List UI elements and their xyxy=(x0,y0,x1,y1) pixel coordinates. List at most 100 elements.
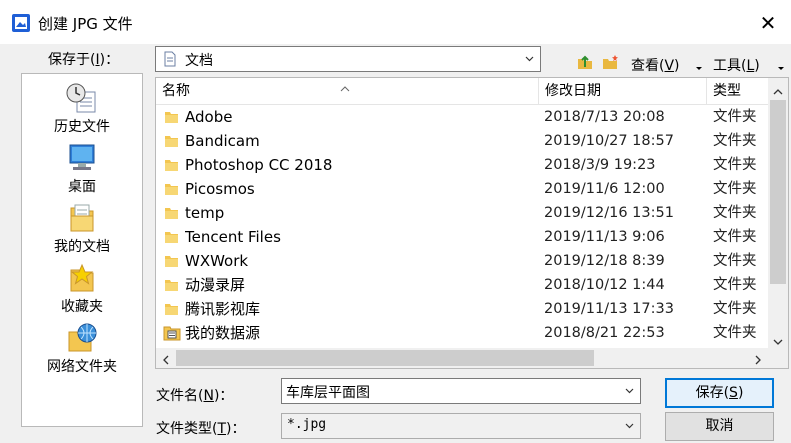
place-label: 收藏夹 xyxy=(61,299,103,315)
file-type: 文件夹 xyxy=(713,133,757,149)
file-date: 2018/3/9 19:23 xyxy=(544,157,656,173)
file-type: 文件夹 xyxy=(713,229,757,245)
filename-input[interactable]: 车库层平面图 xyxy=(281,378,641,404)
file-type: 文件夹 xyxy=(713,181,757,197)
list-item[interactable]: WXWork 2019/12/18 8:39 文件夹 xyxy=(156,249,768,273)
scroll-up-icon[interactable] xyxy=(773,84,783,95)
place-label: 网络文件夹 xyxy=(47,359,117,375)
file-name: Photoshop CC 2018 xyxy=(185,156,333,174)
places-bar: 历史文件 桌面 我的文档 收藏夹 网络文件夹 xyxy=(21,73,143,427)
sort-ascending-icon xyxy=(340,78,350,92)
file-type: 文件夹 xyxy=(713,277,757,293)
view-menu[interactable]: 查看(V) xyxy=(631,55,680,75)
list-item[interactable]: 我的数据源 2018/8/21 22:53 文件夹 xyxy=(156,321,768,345)
vertical-scrollbar[interactable] xyxy=(768,78,788,348)
folder-icon xyxy=(165,256,178,267)
app-icon xyxy=(12,14,30,32)
location-value: 文档 xyxy=(185,53,213,69)
place-desktop[interactable]: 桌面 xyxy=(22,142,142,196)
view-dropdown-icon[interactable] xyxy=(695,60,703,70)
list-item[interactable]: Adobe 2018/7/13 20:08 文件夹 xyxy=(156,105,768,129)
file-name: Picosmos xyxy=(185,180,255,198)
scroll-right-icon[interactable] xyxy=(754,353,762,365)
place-label: 历史文件 xyxy=(54,119,110,135)
chevron-down-icon xyxy=(625,388,634,394)
file-name: 动漫录屏 xyxy=(185,276,246,294)
column-header-type[interactable]: 类型 xyxy=(707,78,768,104)
new-folder-icon[interactable] xyxy=(601,53,621,71)
list-item[interactable]: Tencent Files 2019/11/13 9:06 文件夹 xyxy=(156,225,768,249)
file-date: 2018/10/12 1:44 xyxy=(544,277,665,293)
document-icon xyxy=(164,51,176,67)
file-name: Tencent Files xyxy=(185,228,281,246)
file-date: 2019/10/27 18:57 xyxy=(544,133,674,149)
chevron-down-icon xyxy=(525,56,534,62)
place-favorites[interactable]: 收藏夹 xyxy=(22,262,142,316)
folder-icon xyxy=(165,136,178,147)
desktop-icon xyxy=(65,142,99,174)
folder-icon xyxy=(165,112,178,123)
folder-icon xyxy=(165,184,178,195)
filetype-label: 文件类型(T)： xyxy=(156,421,246,437)
file-type: 文件夹 xyxy=(713,109,757,125)
file-date: 2019/11/13 17:33 xyxy=(544,301,674,317)
up-folder-icon[interactable] xyxy=(576,53,594,71)
list-item[interactable]: Bandicam 2019/10/27 18:57 文件夹 xyxy=(156,129,768,153)
save-in-label: 保存于(I)： xyxy=(48,52,120,68)
place-my-documents[interactable]: 我的文档 xyxy=(22,202,142,256)
filename-label: 文件名(N)： xyxy=(156,388,234,404)
tools-menu[interactable]: 工具(L) xyxy=(713,55,760,75)
file-date: 2018/8/21 22:53 xyxy=(544,325,665,341)
network-folder-icon xyxy=(65,322,99,354)
column-header-name[interactable]: 名称 xyxy=(156,78,539,104)
folder-icon xyxy=(165,280,178,291)
vertical-scroll-thumb[interactable] xyxy=(770,100,786,284)
folder-icon xyxy=(165,232,178,243)
location-combo[interactable]: 文档 xyxy=(155,46,541,72)
filename-value: 车库层平面图 xyxy=(286,385,370,401)
file-date: 2019/12/18 8:39 xyxy=(544,253,665,269)
file-list[interactable]: 名称 修改日期 类型 Adobe 2018/7/13 20:08 文件夹 Ban… xyxy=(155,77,789,369)
scroll-down-icon[interactable] xyxy=(773,334,783,345)
folder-icon xyxy=(165,208,178,219)
file-type: 文件夹 xyxy=(713,205,757,221)
list-item[interactable]: 腾讯影视库 2019/11/13 17:33 文件夹 xyxy=(156,297,768,321)
column-header-date[interactable]: 修改日期 xyxy=(539,78,707,104)
list-header: 名称 修改日期 类型 xyxy=(156,78,768,105)
file-date: 2019/12/16 13:51 xyxy=(544,205,674,221)
file-name: WXWork xyxy=(185,252,249,270)
cancel-button[interactable]: 取消 xyxy=(665,412,774,441)
file-name: 腾讯影视库 xyxy=(185,300,261,318)
chevron-down-icon xyxy=(625,423,634,429)
scroll-corner xyxy=(768,348,788,368)
place-history[interactable]: 历史文件 xyxy=(22,82,142,136)
horizontal-scrollbar[interactable] xyxy=(156,348,768,368)
my-documents-icon xyxy=(65,202,99,234)
save-button[interactable]: 保存(S) xyxy=(665,378,774,408)
file-date: 2019/11/6 12:00 xyxy=(544,181,665,197)
favorites-icon xyxy=(65,262,99,294)
title-bar: 创建 JPG 文件 ✕ xyxy=(0,0,791,44)
place-label: 我的文档 xyxy=(54,239,110,255)
list-item[interactable]: Photoshop CC 2018 2018/3/9 19:23 文件夹 xyxy=(156,153,768,177)
list-item[interactable]: temp 2019/12/16 13:51 文件夹 xyxy=(156,201,768,225)
file-name: Adobe xyxy=(185,108,233,126)
file-name: 我的数据源 xyxy=(185,324,261,342)
file-date: 2018/7/13 20:08 xyxy=(544,109,665,125)
file-date: 2019/11/13 9:06 xyxy=(544,229,665,245)
tools-dropdown-icon[interactable] xyxy=(777,60,785,70)
data-source-icon xyxy=(163,326,181,341)
file-type: 文件夹 xyxy=(713,325,757,341)
filetype-select[interactable]: *.jpg xyxy=(281,413,641,439)
list-item[interactable]: Picosmos 2019/11/6 12:00 文件夹 xyxy=(156,177,768,201)
horizontal-scroll-thumb[interactable] xyxy=(176,350,594,366)
window-title: 创建 JPG 文件 xyxy=(38,15,133,33)
list-item[interactable]: 动漫录屏 2018/10/12 1:44 文件夹 xyxy=(156,273,768,297)
file-name: temp xyxy=(185,204,225,222)
close-button[interactable]: ✕ xyxy=(746,6,790,40)
scroll-left-icon[interactable] xyxy=(162,353,170,365)
file-type: 文件夹 xyxy=(713,157,757,173)
file-name: Bandicam xyxy=(185,132,260,150)
place-network-folder[interactable]: 网络文件夹 xyxy=(22,322,142,376)
file-type: 文件夹 xyxy=(713,253,757,269)
